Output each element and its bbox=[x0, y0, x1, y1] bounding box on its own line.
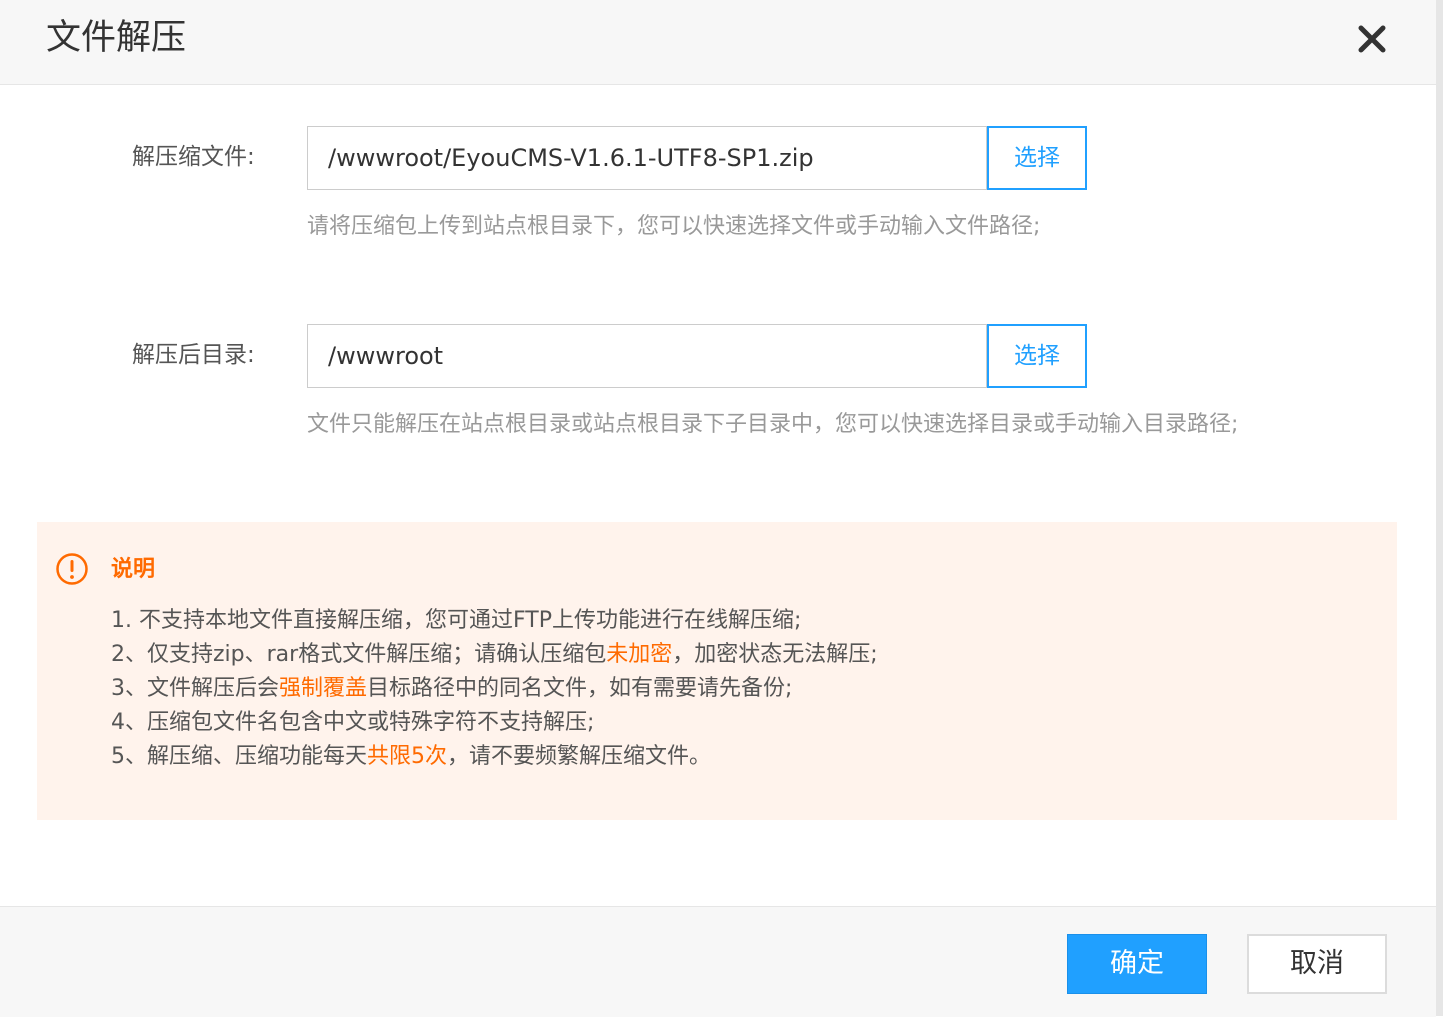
cancel-button[interactable]: 取消 bbox=[1247, 934, 1387, 994]
notice-highlight: 共限5次 bbox=[367, 744, 447, 769]
notice-item: 5、解压缩、压缩功能每天共限5次，请不要频繁解压缩文件。 bbox=[111, 740, 878, 774]
notice-highlight: 未加密 bbox=[606, 642, 673, 667]
warning-circle-icon bbox=[55, 552, 89, 586]
dialog-title: 文件解压 bbox=[46, 18, 187, 58]
target-dir-label: 解压后目录: bbox=[132, 342, 255, 368]
notice-text: 2、仅支持zip、rar格式文件解压缩；请确认压缩包 bbox=[111, 642, 607, 667]
target-dir-select-button[interactable]: 选择 bbox=[987, 324, 1087, 388]
notice-title: 说明 bbox=[111, 557, 156, 582]
notice-text: ，请不要频繁解压缩文件。 bbox=[447, 744, 712, 769]
archive-file-input[interactable] bbox=[307, 126, 987, 190]
close-icon[interactable] bbox=[1350, 17, 1394, 61]
notice-text: 4、压缩包文件名包含中文或特殊字符不支持解压; bbox=[111, 710, 595, 735]
target-dir-input[interactable] bbox=[307, 324, 987, 388]
archive-file-label: 解压缩文件: bbox=[132, 144, 255, 170]
notice-text: 3、文件解压后会 bbox=[111, 676, 279, 701]
notice-text: 5、解压缩、压缩功能每天 bbox=[111, 744, 367, 769]
archive-file-hint: 请将压缩包上传到站点根目录下，您可以快速选择文件或手动输入文件路径; bbox=[307, 214, 1041, 239]
notice-text: 1. 不支持本地文件直接解压缩，您可通过FTP上传功能进行在线解压缩; bbox=[111, 608, 802, 633]
dialog-footer: 确定 取消 bbox=[0, 906, 1436, 1017]
notice-item: 3、文件解压后会强制覆盖目标路径中的同名文件，如有需要请先备份; bbox=[111, 672, 878, 706]
target-dir-hint: 文件只能解压在站点根目录或站点根目录下子目录中，您可以快速选择目录或手动输入目录… bbox=[307, 412, 1239, 437]
notice-list: 1. 不支持本地文件直接解压缩，您可通过FTP上传功能进行在线解压缩; 2、仅支… bbox=[111, 604, 878, 774]
notice-highlight: 强制覆盖 bbox=[279, 676, 368, 701]
notice-item: 4、压缩包文件名包含中文或特殊字符不支持解压; bbox=[111, 706, 878, 740]
dialog-header: 文件解压 bbox=[0, 0, 1436, 85]
notice-item: 2、仅支持zip、rar格式文件解压缩；请确认压缩包未加密，加密状态无法解压; bbox=[111, 638, 878, 672]
notice-item: 1. 不支持本地文件直接解压缩，您可通过FTP上传功能进行在线解压缩; bbox=[111, 604, 878, 638]
notice-box: 说明 1. 不支持本地文件直接解压缩，您可通过FTP上传功能进行在线解压缩; 2… bbox=[37, 522, 1397, 820]
confirm-button[interactable]: 确定 bbox=[1067, 934, 1207, 994]
background-strip bbox=[1436, 0, 1443, 1016]
archive-file-select-button[interactable]: 选择 bbox=[987, 126, 1087, 190]
notice-text: 目标路径中的同名文件，如有需要请先备份; bbox=[367, 676, 793, 701]
notice-text: ，加密状态无法解压; bbox=[672, 642, 878, 667]
file-extract-dialog: 文件解压 解压缩文件: 选择 请将压缩包上传到站点根目录下，您可以快速选择文件或… bbox=[0, 0, 1436, 1017]
